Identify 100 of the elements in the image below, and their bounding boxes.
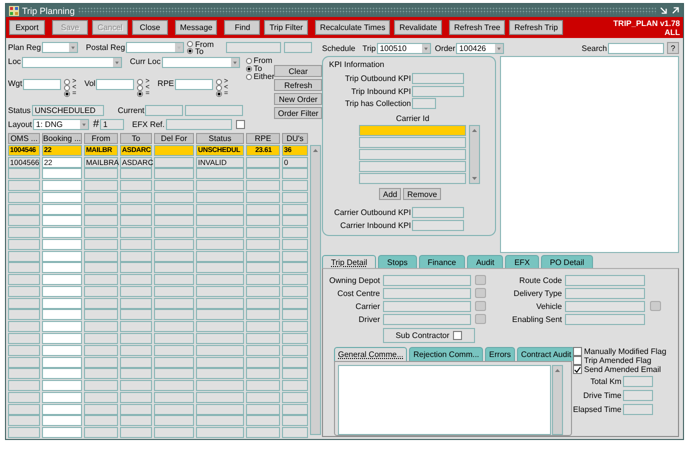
toolbar-button[interactable]: Find <box>224 20 260 35</box>
radio-button[interactable] <box>187 41 194 47</box>
trip-dropdown[interactable]: 100510 <box>376 42 431 54</box>
tab[interactable]: Contract Audit <box>516 347 576 361</box>
side-button[interactable]: Clear <box>274 65 322 77</box>
minimize-icon[interactable] <box>659 6 668 15</box>
toolbar-button[interactable]: Recalculate Times <box>314 20 390 35</box>
tab[interactable]: Stops <box>378 255 417 268</box>
column-header[interactable]: Booking ... <box>42 133 82 144</box>
tab[interactable]: EFX <box>505 255 539 268</box>
tab[interactable]: Audit <box>467 255 504 268</box>
tree-panel[interactable] <box>500 56 679 253</box>
order-dropdown[interactable]: 100426 <box>456 42 504 54</box>
table-cell <box>246 156 280 168</box>
side-button[interactable]: Order Filter <box>274 107 322 119</box>
side-button[interactable]: New Order <box>274 93 322 105</box>
empty-cell <box>8 215 40 226</box>
carrier-row[interactable] <box>359 149 466 160</box>
list-button[interactable]: Add <box>379 188 402 200</box>
toolbar-button[interactable]: Close <box>132 20 168 35</box>
tab[interactable]: PO Detail <box>540 255 594 268</box>
carrier-row[interactable] <box>359 173 466 184</box>
list-button[interactable]: Remove <box>403 188 442 200</box>
field-label: Delivery Type <box>512 288 562 298</box>
tab[interactable]: Rejection Comm... <box>409 347 484 361</box>
toolbar-button[interactable]: Trip Filter <box>264 20 308 35</box>
column-header[interactable]: Status <box>196 133 244 144</box>
checkbox[interactable] <box>573 365 582 374</box>
comment-field[interactable] <box>338 365 551 435</box>
measure-field[interactable] <box>96 79 134 90</box>
empty-cell <box>8 333 40 344</box>
empty-cell <box>84 227 118 238</box>
empty-cell <box>42 321 82 332</box>
empty-cell <box>8 262 40 274</box>
empty-cell <box>246 404 280 415</box>
empty-cell <box>282 309 308 320</box>
scrollbar[interactable] <box>310 145 321 435</box>
column-header[interactable]: OMS ... <box>8 133 40 144</box>
empty-cell <box>196 286 244 297</box>
radio-button[interactable] <box>64 91 70 97</box>
radio-button[interactable] <box>216 79 222 85</box>
toolbar-button[interactable]: Message <box>175 20 218 35</box>
toolbar-button[interactable]: Refresh Trip <box>509 20 563 35</box>
toolbar-button[interactable]: Revalidate <box>394 20 442 35</box>
column-header[interactable]: DU's <box>282 133 308 144</box>
checkbox[interactable] <box>453 331 462 340</box>
toolbar-button[interactable]: Export <box>9 20 45 35</box>
checkbox[interactable] <box>573 356 582 365</box>
empty-cell <box>246 286 280 297</box>
radio-button[interactable] <box>246 74 252 80</box>
empty-cell <box>84 238 118 250</box>
radio-button[interactable] <box>137 79 144 85</box>
empty-cell <box>84 380 118 392</box>
radio-button[interactable] <box>216 91 222 97</box>
carrier-row[interactable] <box>359 137 466 148</box>
carrier-row[interactable] <box>359 161 466 172</box>
column-header[interactable]: RPE <box>246 133 280 144</box>
measure-field[interactable] <box>175 79 213 90</box>
side-button[interactable]: Refresh <box>274 79 322 91</box>
radio-button[interactable] <box>246 66 252 72</box>
maximize-icon[interactable] <box>671 6 680 15</box>
empty-cell <box>246 204 280 215</box>
column-header[interactable]: Del For <box>154 133 194 144</box>
layout-dropdown[interactable]: 1: DNG <box>33 118 90 130</box>
empty-cell <box>8 404 40 415</box>
radio-button[interactable] <box>137 85 144 91</box>
radio-button[interactable] <box>64 85 70 91</box>
scrollbar[interactable] <box>552 365 563 435</box>
radio-button[interactable] <box>187 48 194 54</box>
lookup-button[interactable] <box>475 288 486 298</box>
toolbar-button[interactable]: Refresh Tree <box>449 20 506 35</box>
empty-cell <box>84 333 118 344</box>
radio-button[interactable] <box>64 79 70 85</box>
column-header[interactable]: From <box>84 133 118 144</box>
radio-button[interactable] <box>246 58 252 64</box>
lookup-button[interactable] <box>475 301 486 311</box>
help-button[interactable]: ? <box>667 42 679 54</box>
search-field[interactable] <box>608 42 664 54</box>
lookup-button[interactable] <box>650 301 661 311</box>
empty-cell <box>120 321 152 332</box>
loc-dropdown[interactable] <box>22 57 122 68</box>
scrollbar[interactable] <box>469 125 480 184</box>
empty-cell <box>84 404 118 415</box>
radio-button[interactable] <box>216 85 222 91</box>
measure-field[interactable] <box>23 79 62 90</box>
field-label: Carrier Outbound KPI <box>333 208 411 218</box>
column-header[interactable]: To <box>120 133 152 144</box>
lookup-button[interactable] <box>475 275 486 285</box>
tab[interactable]: Finance <box>418 255 466 268</box>
lookup-button[interactable] <box>475 314 486 324</box>
checkbox[interactable] <box>573 347 582 356</box>
checkbox[interactable] <box>236 120 245 128</box>
plan-reg-dropdown[interactable] <box>42 42 78 53</box>
carrier-row[interactable] <box>359 125 466 136</box>
tab[interactable]: Trip Detail <box>322 255 376 268</box>
tab[interactable]: General Comme... <box>334 347 408 361</box>
field-label: # <box>93 118 100 130</box>
tab[interactable]: Errors <box>485 347 515 361</box>
radio-label: To <box>254 65 262 73</box>
radio-button[interactable] <box>137 91 144 97</box>
